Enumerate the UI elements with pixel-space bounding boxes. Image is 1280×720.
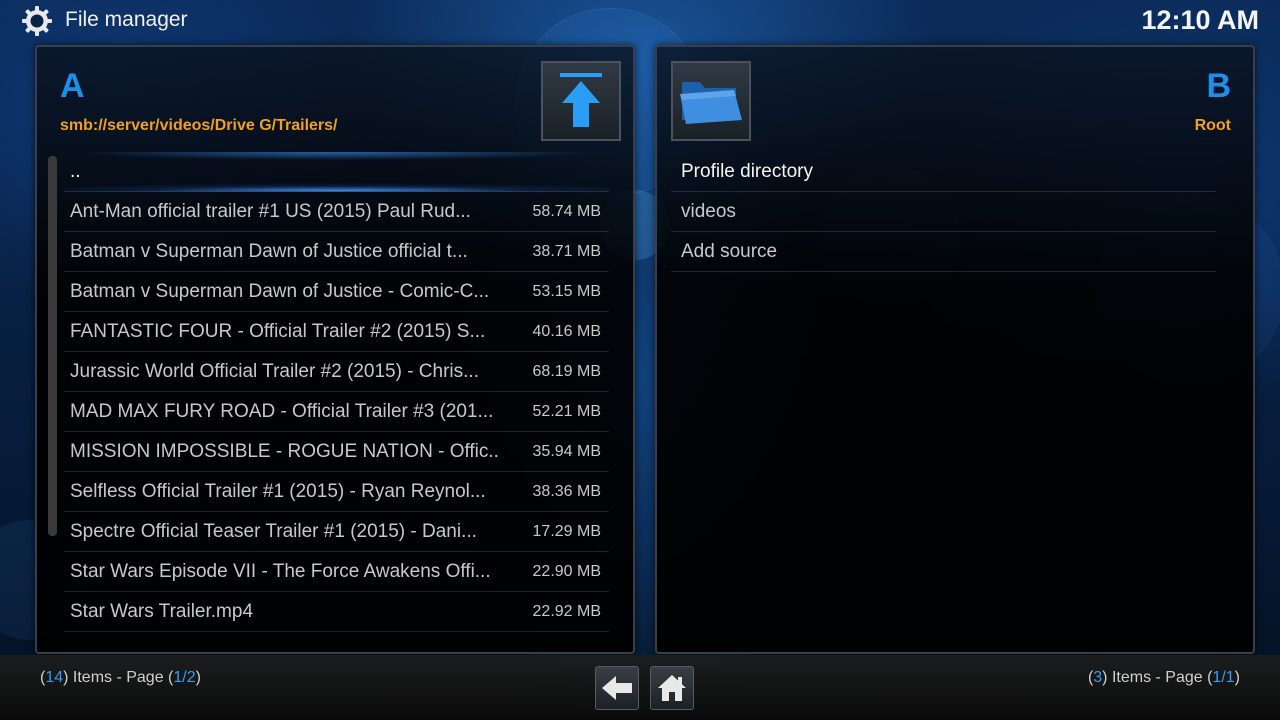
- list-item-name: ..: [70, 160, 81, 182]
- back-button[interactable]: [595, 666, 639, 710]
- item-count-value: 14: [45, 669, 64, 686]
- up-arrow-icon: [560, 73, 602, 127]
- source-list-b: Profile directory videos Add source: [671, 152, 1216, 272]
- list-item-size: 38.71 MB: [532, 242, 601, 260]
- panel-a: A smb://server/videos/Drive G/Trailers/ …: [35, 45, 635, 654]
- file-list-a: .. Ant-Man official trailer #1 US (2015)…: [64, 152, 609, 632]
- clock: 12:10 AM: [1141, 5, 1259, 35]
- list-item-name: Batman v Superman Dawn of Justice - Comi…: [70, 280, 490, 302]
- app-title: File manager: [65, 8, 188, 31]
- folder-tile[interactable]: [671, 61, 751, 141]
- list-item-name: Jurassic World Official Trailer #2 (2015…: [70, 360, 479, 382]
- home-icon: [658, 675, 686, 701]
- back-arrow-icon: [602, 676, 632, 700]
- panel-a-item-count: (14) Items - Page (1/2): [40, 669, 201, 687]
- list-item[interactable]: Spectre Official Teaser Trailer #1 (2015…: [64, 512, 609, 552]
- item-count-text: ) Items - Page (: [63, 669, 174, 686]
- header: File manager 12:10 AM: [0, 0, 1280, 44]
- home-button[interactable]: [650, 666, 694, 710]
- panel-b: B Root Profile directory videos Add sour…: [655, 45, 1255, 654]
- list-item-size: 58.74 MB: [532, 202, 601, 220]
- list-item-size: 17.29 MB: [532, 522, 601, 540]
- list-item[interactable]: Star Wars Trailer.mp4 22.92 MB: [64, 592, 609, 632]
- page-value: 1/2: [173, 669, 196, 686]
- list-item[interactable]: Star Wars Episode VII - The Force Awaken…: [64, 552, 609, 592]
- list-item[interactable]: Jurassic World Official Trailer #2 (2015…: [64, 352, 609, 392]
- list-item-add-source[interactable]: Add source: [671, 232, 1216, 272]
- page-value: 1/1: [1212, 669, 1235, 686]
- footer: (14) Items - Page (1/2) (3) Items - Page…: [0, 655, 1280, 720]
- item-count-text: ) Items - Page (: [1102, 669, 1213, 686]
- list-item-name: Selfless Official Trailer #1 (2015) - Ry…: [70, 480, 486, 502]
- list-item-name: MISSION IMPOSSIBLE - ROGUE NATION - Offi…: [70, 440, 499, 462]
- list-item-name: Profile directory: [681, 160, 813, 182]
- list-item[interactable]: Ant-Man official trailer #1 US (2015) Pa…: [64, 192, 609, 232]
- list-item-name: Ant-Man official trailer #1 US (2015) Pa…: [70, 200, 471, 222]
- list-item[interactable]: Batman v Superman Dawn of Justice - Comi…: [64, 272, 609, 312]
- gear-icon[interactable]: [20, 4, 54, 38]
- close-paren: ): [1234, 669, 1240, 686]
- list-item-parent[interactable]: ..: [64, 152, 609, 192]
- list-item-size: 52.21 MB: [532, 402, 601, 420]
- list-item-name: Batman v Superman Dawn of Justice offici…: [70, 240, 468, 262]
- list-item[interactable]: Batman v Superman Dawn of Justice offici…: [64, 232, 609, 272]
- folder-icon: [680, 82, 742, 124]
- list-item[interactable]: FANTASTIC FOUR - Official Trailer #2 (20…: [64, 312, 609, 352]
- panel-b-path: Root: [1194, 117, 1231, 134]
- list-item-size: 22.92 MB: [532, 602, 601, 620]
- list-item-profile-directory[interactable]: Profile directory: [671, 152, 1216, 192]
- list-item[interactable]: MAD MAX FURY ROAD - Official Trailer #3 …: [64, 392, 609, 432]
- scrollbar[interactable]: [48, 156, 57, 536]
- list-item-size: 22.90 MB: [532, 562, 601, 580]
- list-item-name: Star Wars Trailer.mp4: [70, 600, 254, 622]
- panel-b-letter: B: [1206, 67, 1231, 105]
- list-item-name: Add source: [681, 240, 778, 262]
- list-item-size: 35.94 MB: [532, 442, 601, 460]
- parent-folder-button[interactable]: [541, 61, 621, 141]
- close-paren: ): [195, 669, 201, 686]
- list-item-size: 53.15 MB: [532, 282, 601, 300]
- list-item[interactable]: MISSION IMPOSSIBLE - ROGUE NATION - Offi…: [64, 432, 609, 472]
- list-item-name: videos: [681, 200, 736, 222]
- panel-a-letter: A: [60, 67, 85, 105]
- list-item-name: Star Wars Episode VII - The Force Awaken…: [70, 560, 491, 582]
- list-item-name: MAD MAX FURY ROAD - Official Trailer #3 …: [70, 400, 494, 422]
- panel-a-path: smb://server/videos/Drive G/Trailers/: [60, 117, 338, 134]
- list-item-videos[interactable]: videos: [671, 192, 1216, 232]
- panel-b-item-count: (3) Items - Page (1/1): [1088, 669, 1240, 687]
- list-item[interactable]: Selfless Official Trailer #1 (2015) - Ry…: [64, 472, 609, 512]
- list-item-name: FANTASTIC FOUR - Official Trailer #2 (20…: [70, 320, 486, 342]
- list-item-size: 68.19 MB: [532, 362, 601, 380]
- list-item-size: 38.36 MB: [532, 482, 601, 500]
- list-item-size: 40.16 MB: [532, 322, 601, 340]
- item-count-value: 3: [1093, 669, 1103, 686]
- list-item-name: Spectre Official Teaser Trailer #1 (2015…: [70, 520, 477, 542]
